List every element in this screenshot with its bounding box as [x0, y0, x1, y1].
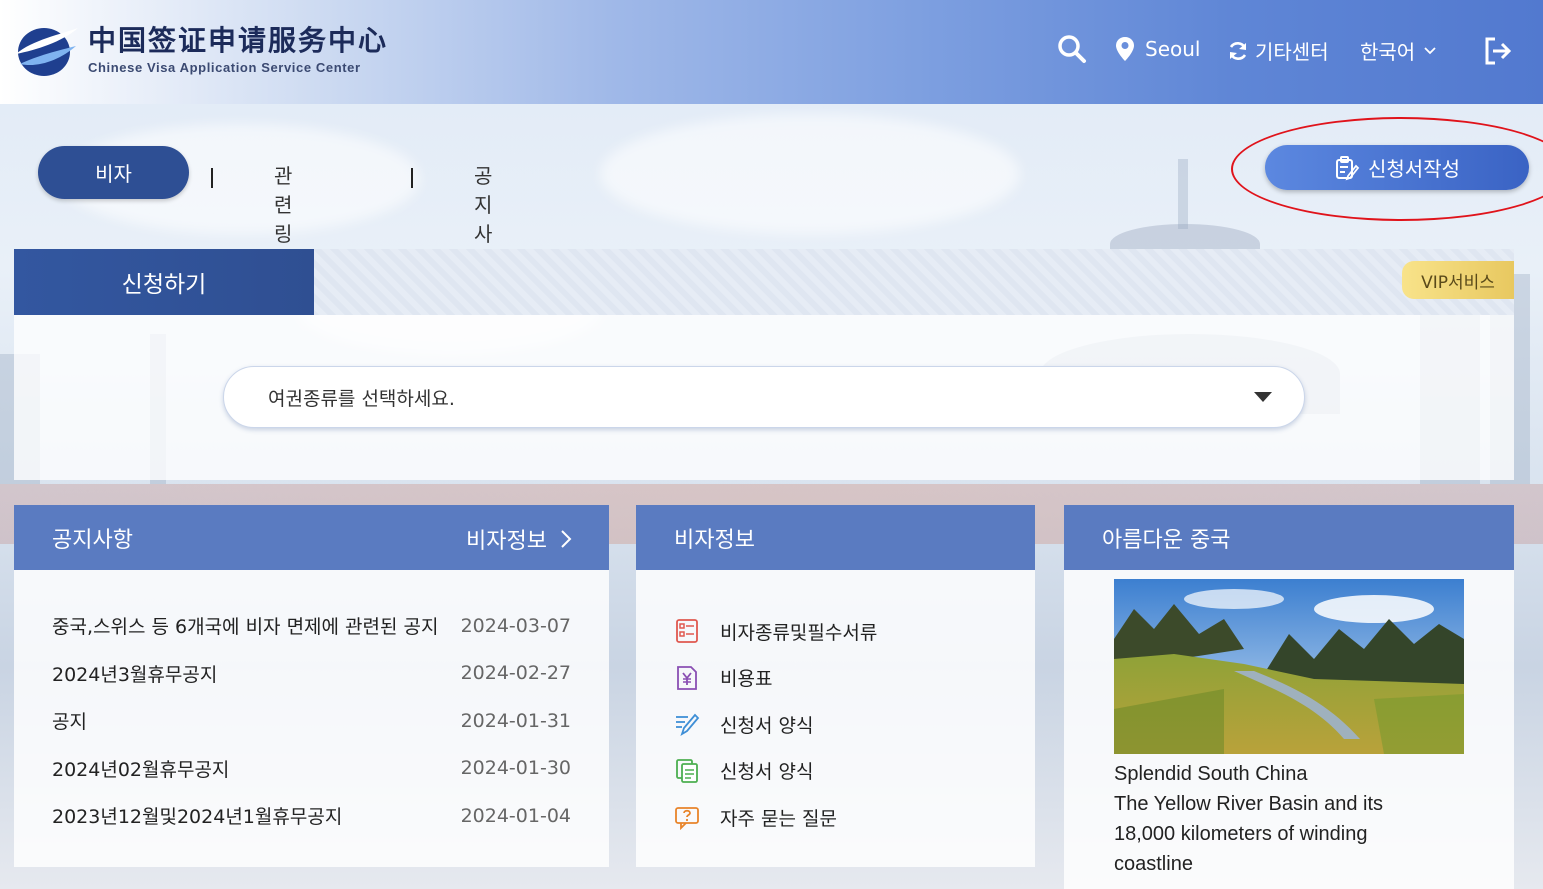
- notice-date: 2024-01-31: [460, 709, 571, 732]
- notice-item[interactable]: 공지 2024-01-31: [52, 697, 571, 745]
- apply-panel: 신청하기 VIP서비스 여권종류를 선택하세요.: [14, 249, 1514, 480]
- logout-button[interactable]: [1483, 36, 1515, 66]
- other-center-button[interactable]: 기타센터: [1227, 36, 1329, 65]
- caption-line: 18,000 kilometers of winding: [1114, 823, 1368, 845]
- search-button[interactable]: [1057, 34, 1087, 64]
- visa-info-panel-header: 비자정보: [636, 505, 1035, 570]
- visa-info-item-faq[interactable]: 자주 묻는 질문: [674, 794, 1035, 841]
- visa-info-more-link[interactable]: 비자정보: [466, 523, 573, 555]
- visa-info-item-form-2[interactable]: 신청서 양식: [674, 748, 1035, 795]
- other-center-label: 기타센터: [1255, 40, 1329, 64]
- visa-info-item-label: 비자종류및필수서류: [720, 621, 878, 644]
- visa-info-panel-title: 비자정보: [674, 527, 755, 553]
- more-link-label: 비자정보: [466, 529, 547, 554]
- beautiful-china-panel: 아름다운 중국 Splendid South China The Yellow …: [1064, 505, 1514, 889]
- notice-title: 공지: [52, 711, 87, 734]
- beautiful-china-panel-header: 아름다운 중국: [1064, 505, 1514, 570]
- refresh-icon: [1229, 41, 1247, 60]
- apply-panel-title: 신청하기: [14, 249, 314, 315]
- chevron-right-icon: [561, 530, 572, 548]
- map-pin-icon: [1116, 37, 1134, 61]
- language-label: 한국어: [1360, 40, 1416, 64]
- notice-date: 2024-01-30: [460, 757, 571, 780]
- location-selector[interactable]: Seoul: [1115, 36, 1200, 62]
- pen-form-icon: [674, 711, 700, 737]
- caret-down-icon: [1254, 392, 1272, 402]
- logo-english-text: Chinese Visa Application Service Center: [88, 59, 361, 75]
- location-label: Seoul: [1145, 37, 1201, 61]
- notice-title: 2023년12월및2024년1월휴무공지: [52, 806, 343, 829]
- notice-item[interactable]: 중국,스위스 등 6개국에 비자 면제에 관련된 공지 2024-03-07: [52, 602, 571, 650]
- landscape-photo[interactable]: [1114, 579, 1464, 754]
- beautiful-china-panel-title: 아름다운 중국: [1102, 527, 1231, 553]
- notice-panel-title: 공지사항: [52, 527, 133, 553]
- yen-icon: [674, 665, 700, 691]
- visa-info-panel: 비자정보 비자종류및필수서류 비용표 신청서 양식 신청서 양식 자주 묻는 질…: [636, 505, 1035, 867]
- logout-icon: [1485, 37, 1512, 65]
- visa-info-item-label: 신청서 양식: [720, 761, 814, 784]
- notice-date: 2024-01-04: [460, 804, 571, 827]
- caption-line: Splendid South China: [1114, 763, 1308, 785]
- notice-title: 2024년3월휴무공지: [52, 663, 218, 686]
- visa-info-item-types[interactable]: 비자종류및필수서류: [674, 608, 1035, 655]
- notice-title: 중국,스위스 등 6개국에 비자 면제에 관련된 공지: [52, 616, 439, 639]
- caption-line: coastline: [1114, 853, 1193, 875]
- visa-info-item-label: 비용표: [720, 668, 773, 691]
- visa-info-item-label: 신청서 양식: [720, 714, 814, 737]
- notice-title: 2024년02월휴무공지: [52, 758, 230, 781]
- faq-chat-icon: [674, 804, 700, 831]
- copy-document-icon: [674, 758, 700, 784]
- notice-item[interactable]: 2024년02월휴무공지 2024-01-30: [52, 745, 571, 793]
- notice-date: 2024-03-07: [460, 614, 571, 637]
- notice-panel: 공지사항 비자정보 중국,스위스 등 6개국에 비자 면제에 관련된 공지 20…: [14, 505, 609, 867]
- visa-info-item-fees[interactable]: 비용표: [674, 655, 1035, 702]
- tab-visa[interactable]: 비자: [38, 146, 189, 199]
- passport-type-placeholder: 여권종류를 선택하세요.: [268, 387, 455, 410]
- site-header: 中国签证申请服务中心 Chinese Visa Application Serv…: [0, 0, 1543, 104]
- globe-logo-icon: [12, 20, 80, 78]
- apply-panel-header: 신청하기 VIP서비스: [14, 249, 1514, 315]
- visa-info-item-label: 자주 묻는 질문: [720, 807, 837, 830]
- logo-chinese-text: 中国签证申请服务中心: [88, 23, 389, 57]
- language-selector[interactable]: 한국어: [1360, 36, 1437, 65]
- caption-line: The Yellow River Basin and its: [1114, 793, 1384, 815]
- nav-divider: [211, 168, 213, 188]
- notice-date: 2024-02-27: [460, 662, 571, 685]
- site-logo[interactable]: 中国签证申请服务中心 Chinese Visa Application Serv…: [12, 20, 388, 78]
- notice-item[interactable]: 2023년12월및2024년1월휴무공지 2024-01-04: [52, 792, 571, 840]
- landscape-caption: Splendid South China The Yellow River Ba…: [1114, 759, 1504, 879]
- chevron-down-icon: [1424, 46, 1436, 54]
- passport-type-select[interactable]: 여권종류를 선택하세요.: [223, 366, 1305, 428]
- document-list-icon: [674, 618, 700, 644]
- notice-panel-header: 공지사항 비자정보: [14, 505, 609, 570]
- visa-info-item-form[interactable]: 신청서 양식: [674, 701, 1035, 748]
- search-icon: [1058, 35, 1086, 63]
- vip-service-button[interactable]: VIP서비스: [1402, 261, 1514, 299]
- notice-item[interactable]: 2024년3월휴무공지 2024-02-27: [52, 650, 571, 698]
- nav-divider: [411, 168, 413, 188]
